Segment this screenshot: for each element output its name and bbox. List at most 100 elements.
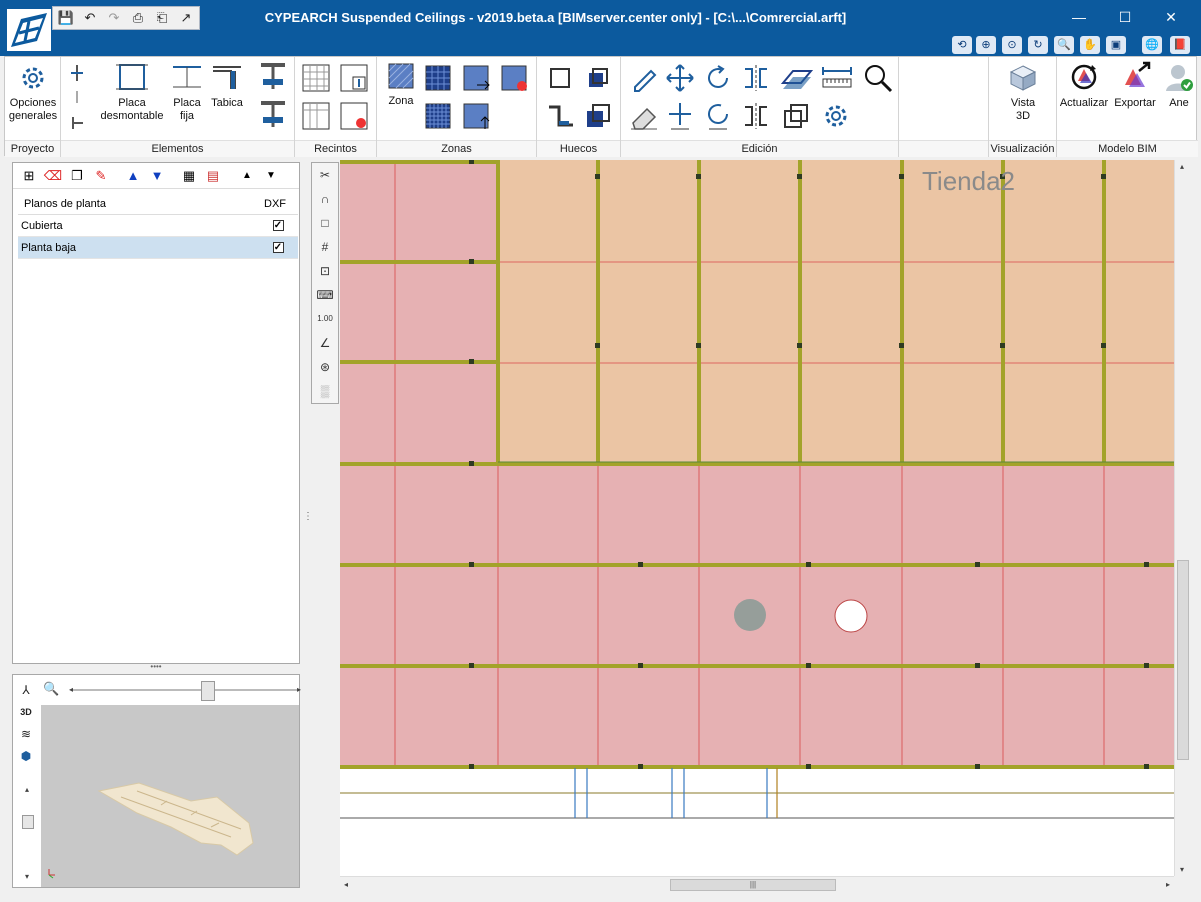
edit-plan-icon[interactable]: ✎	[91, 166, 111, 186]
view-3d-icon[interactable]: 3D	[15, 701, 37, 723]
move-icon[interactable]	[665, 63, 695, 93]
save-icon[interactable]: 💾	[57, 9, 75, 27]
zoom-preview-icon[interactable]: 🔍	[43, 681, 59, 697]
dxf-layers-icon[interactable]: ▤	[203, 166, 223, 186]
group-edicion: Edición	[621, 57, 899, 157]
eraser-icon[interactable]	[629, 101, 659, 131]
zone-grid-fine-icon[interactable]	[423, 101, 453, 131]
opciones-generales-button[interactable]: Opciones generales	[7, 63, 59, 123]
scroll-down-icon[interactable]: ▼	[261, 166, 281, 186]
dxf-checkbox[interactable]: ✓	[272, 220, 284, 231]
orbit-icon[interactable]: ⟲	[952, 36, 972, 54]
copy-plan-icon[interactable]: ❐	[67, 166, 87, 186]
zone-up-icon[interactable]	[461, 101, 491, 131]
close-button[interactable]: ✕	[1148, 6, 1194, 28]
hanger-tools-icon[interactable]	[257, 61, 289, 133]
grid-room-icon[interactable]	[301, 63, 331, 93]
globe-icon[interactable]: 🌐	[1142, 36, 1162, 54]
dimension-icon[interactable]: 1.00	[312, 307, 338, 331]
exportar-button[interactable]: Exportar	[1111, 61, 1159, 110]
move-down-icon[interactable]: ▼	[147, 166, 167, 186]
horizontal-splitter[interactable]: ••••	[12, 663, 300, 672]
angle-icon[interactable]: ∠	[312, 331, 338, 355]
light-fixture-white[interactable]	[834, 599, 868, 633]
opening-3d-icon[interactable]	[583, 63, 613, 93]
grid-icon[interactable]: #	[312, 235, 338, 259]
dxf-import-icon[interactable]: ▦	[179, 166, 199, 186]
move-copy-icon[interactable]	[665, 101, 695, 131]
light-fixture-gray[interactable]	[734, 599, 766, 631]
rotate-icon[interactable]	[703, 63, 733, 93]
preview-3d-view[interactable]	[41, 705, 299, 887]
vista-3d-button[interactable]: Vista 3D	[993, 63, 1053, 123]
drawing-canvas[interactable]: Tienda2	[340, 160, 1174, 876]
shield-view-icon[interactable]: ⬢	[15, 745, 37, 767]
ceiling-zone-pink-left[interactable]	[340, 160, 498, 462]
settings-icon[interactable]	[821, 101, 851, 131]
redo-icon[interactable]: ↷	[105, 9, 123, 27]
move-up-icon[interactable]: ▲	[123, 166, 143, 186]
point-snap-icon[interactable]: ⊡	[312, 259, 338, 283]
mirror-icon[interactable]	[741, 63, 771, 93]
help-book-icon[interactable]: 📕	[1170, 36, 1190, 54]
zone-grid-icon[interactable]	[423, 63, 453, 93]
zoom-window-icon[interactable]: ⊙	[1002, 36, 1022, 54]
measure-icon[interactable]	[821, 63, 853, 93]
preview-vscroll[interactable]: ▴ ▾	[21, 785, 35, 881]
zoom-all-icon[interactable]: ⊕	[976, 36, 996, 54]
vertical-splitter[interactable]: ⋮	[303, 512, 313, 522]
pan-icon[interactable]: ✋	[1080, 36, 1100, 54]
room-grid-icon[interactable]	[301, 101, 331, 131]
orbit-snap-icon[interactable]: ⊛	[312, 355, 338, 379]
minimize-button[interactable]: —	[1056, 6, 1102, 28]
layers-icon[interactable]: ≋	[15, 723, 37, 745]
actualizar-button[interactable]: Actualizar	[1059, 61, 1109, 110]
opening-icon[interactable]	[545, 63, 575, 93]
opening-profile-icon[interactable]	[545, 101, 575, 131]
copy-icon[interactable]	[781, 101, 811, 131]
edit-pencil-icon[interactable]	[629, 63, 659, 93]
placa-fija-button[interactable]: Placa fija	[167, 61, 207, 123]
canvas-vertical-scrollbar[interactable]: ▴ ▾	[1174, 160, 1192, 876]
table-row[interactable]: Planta baja ✓	[18, 237, 298, 259]
zone-move-icon[interactable]	[461, 63, 491, 93]
add-plan-icon[interactable]: ⊞	[19, 166, 39, 186]
magnet-snap-icon[interactable]: ∩	[312, 187, 338, 211]
zoom-icon[interactable]: 🔍	[1054, 36, 1074, 54]
window-icon[interactable]: ▣	[1106, 36, 1126, 54]
zoom-slider-thumb[interactable]	[201, 681, 215, 701]
print-preview-icon[interactable]: ⎗	[153, 9, 171, 27]
vertical-scroll-thumb[interactable]	[1177, 560, 1189, 760]
pattern-icon[interactable]: ▒	[312, 379, 338, 403]
room-delete-icon[interactable]	[339, 101, 369, 131]
title-bar: 💾 ↶ ↷ ⎙ ⎗ ↗ CYPEARCH Suspended Ceilings …	[0, 0, 1201, 34]
canvas-horizontal-scrollbar[interactable]: ◂ ||| ▸	[340, 876, 1174, 892]
export-icon[interactable]: ↗	[177, 9, 195, 27]
rotate-copy-icon[interactable]	[703, 101, 733, 131]
scroll-up-icon[interactable]: ▲	[237, 166, 257, 186]
plane-icon[interactable]	[779, 61, 813, 95]
zona-button[interactable]: Zona	[381, 61, 421, 108]
dxf-checkbox[interactable]: ✓	[272, 242, 284, 253]
keyboard-icon[interactable]: ⌨	[312, 283, 338, 307]
ane-button[interactable]: Ane	[1161, 61, 1197, 110]
print-icon[interactable]: ⎙	[129, 9, 147, 27]
tools-icon[interactable]: ✂	[312, 163, 338, 187]
delete-plan-icon[interactable]: ⌫	[43, 166, 63, 186]
undo-icon[interactable]: ↶	[81, 9, 99, 27]
tabica-button[interactable]: Tabica	[207, 61, 247, 110]
axes-icon[interactable]: ⅄	[15, 679, 37, 701]
rectangle-icon[interactable]: □	[312, 211, 338, 235]
table-row[interactable]: Cubierta ✓	[18, 215, 298, 237]
search-icon[interactable]	[863, 63, 893, 93]
maximize-button[interactable]: ☐	[1102, 6, 1148, 28]
horizontal-scroll-thumb[interactable]: |||	[670, 879, 836, 891]
profile-tools-icon[interactable]	[67, 61, 87, 133]
zoom-slider[interactable]: ◂ ▸	[69, 681, 301, 701]
mirror-copy-icon[interactable]	[741, 101, 771, 131]
zone-delete-icon[interactable]	[499, 63, 529, 93]
room-import-icon[interactable]	[339, 63, 369, 93]
opening-solid-icon[interactable]	[583, 101, 613, 131]
refresh-view-icon[interactable]: ↻	[1028, 36, 1048, 54]
placa-desmontable-button[interactable]: Placa desmontable	[97, 61, 167, 123]
